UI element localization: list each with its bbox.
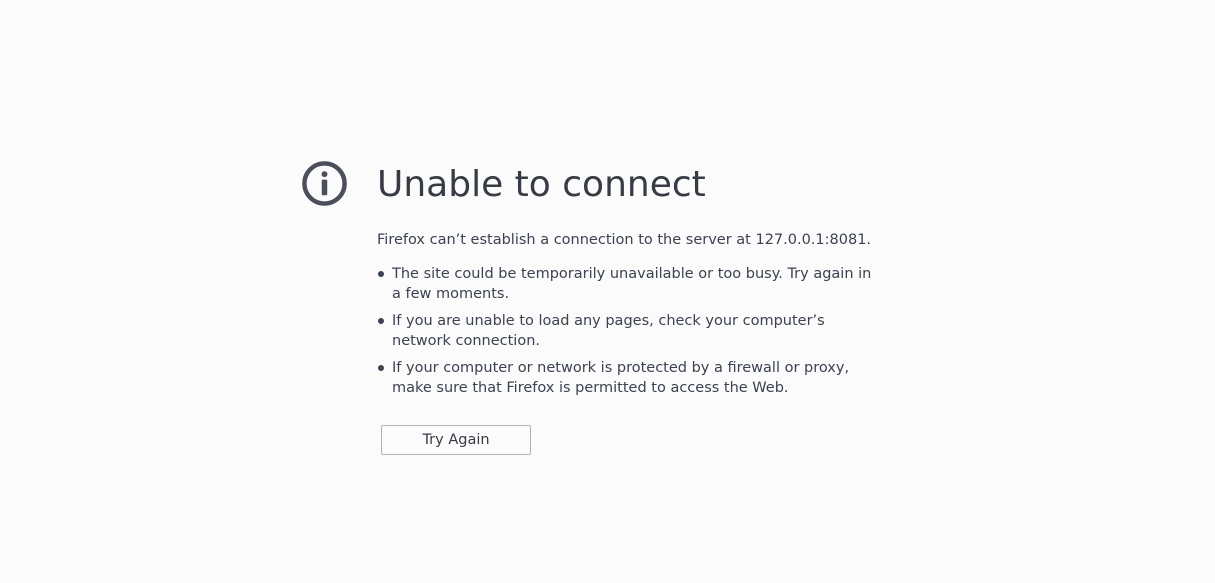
suggestion-text: If your computer or network is protected… [392, 360, 850, 396]
page-title: Unable to connect [377, 164, 706, 205]
bullet-icon [378, 365, 384, 371]
info-icon [302, 161, 347, 206]
error-description: Firefox can’t establish a connection to … [377, 232, 872, 248]
suggestion-text: If you are unable to load any pages, che… [392, 313, 825, 349]
list-item: If you are unable to load any pages, che… [377, 311, 882, 351]
suggestion-list: The site could be temporarily unavailabl… [377, 264, 882, 398]
bullet-icon [378, 318, 384, 324]
list-item: If your computer or network is protected… [377, 358, 882, 398]
list-item: The site could be temporarily unavailabl… [377, 264, 882, 304]
suggestion-text: The site could be temporarily unavailabl… [392, 266, 872, 302]
bullet-icon [378, 271, 384, 277]
error-content: Unable to connect Firefox can’t establis… [377, 160, 897, 455]
try-again-button[interactable]: Try Again [381, 425, 531, 455]
